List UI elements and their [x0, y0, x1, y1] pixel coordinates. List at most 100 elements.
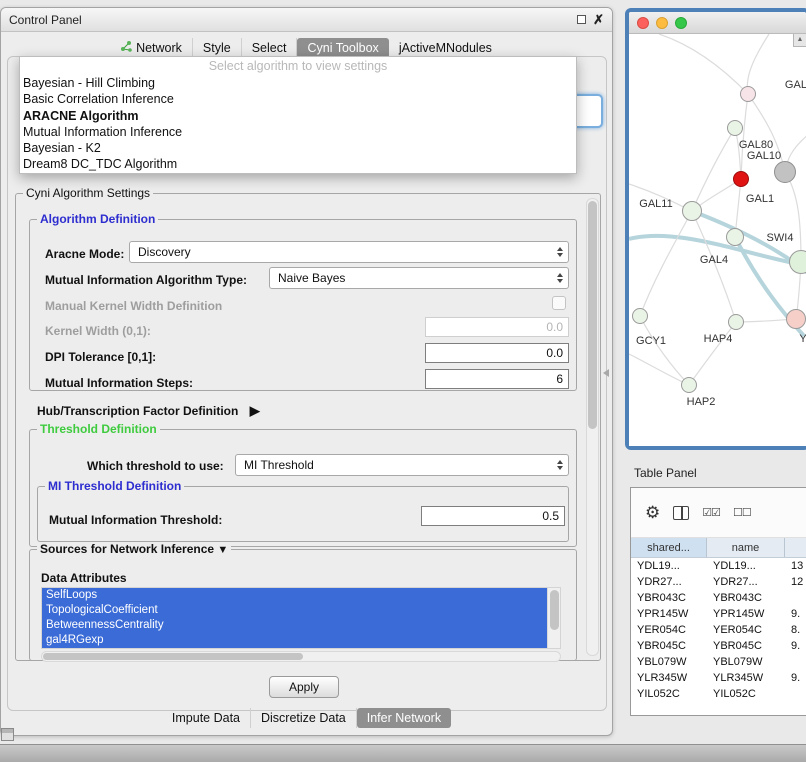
table-row[interactable]: YPR145WYPR145W9.: [631, 606, 806, 622]
close-traffic-light-icon[interactable]: [637, 17, 649, 29]
node-label-gal4: GAL4: [700, 254, 728, 266]
settings-scrollbar[interactable]: [586, 198, 599, 656]
network-node-green-right[interactable]: [789, 250, 806, 274]
attributes-hscrollbar[interactable]: [41, 651, 561, 662]
control-panel-tabs: Network Style Select Cyni Toolbox jActiv…: [1, 38, 612, 58]
manual-kernel-checkbox[interactable]: [552, 296, 566, 310]
combo-arrows-icon: [557, 460, 563, 470]
cell: YBL079W: [707, 656, 785, 668]
tab-impute-data-label: Impute Data: [172, 711, 240, 725]
table-row[interactable]: YBL079WYBL079W: [631, 654, 806, 670]
float-window-icon[interactable]: [577, 15, 586, 24]
close-window-icon[interactable]: ✗: [593, 15, 604, 25]
combo-arrows-icon: [557, 247, 563, 257]
table-row[interactable]: YDR27...YDR27...12: [631, 574, 806, 590]
table-row[interactable]: YBR045CYBR045C9.: [631, 638, 806, 654]
cell: 9.: [785, 640, 806, 652]
tab-network[interactable]: Network: [111, 38, 193, 58]
cell: YIL052C: [707, 688, 785, 700]
table-row[interactable]: YBR043CYBR043C: [631, 590, 806, 606]
cell: 8.: [785, 624, 806, 636]
algorithm-definition-title: Algorithm Definition: [37, 212, 158, 226]
network-node-gal4[interactable]: [726, 228, 744, 246]
tab-cyni-toolbox[interactable]: Cyni Toolbox: [297, 38, 388, 58]
column-header-partial[interactable]: [785, 538, 806, 557]
minimized-panel-icon[interactable]: [1, 728, 14, 741]
network-node-hap4[interactable]: [728, 314, 744, 330]
hub-definition-toggle[interactable]: Hub/Transcription Factor Definition ▶: [37, 403, 260, 419]
aracne-mode-select[interactable]: Discovery: [129, 241, 569, 263]
dropdown-item[interactable]: Dream8 DC_TDC Algorithm: [20, 156, 576, 172]
dropdown-item[interactable]: Bayesian - Hill Climbing: [20, 75, 576, 91]
network-node-gcy1[interactable]: [632, 308, 648, 324]
network-canvas[interactable]: GAL80 GAL10 GAL11 GAL1 SWI4 GAL4 GCY1 HA…: [629, 34, 806, 446]
minimize-traffic-light-icon[interactable]: [656, 17, 668, 29]
data-attributes-list: SelfLoops TopologicalCoefficient Between…: [41, 587, 561, 649]
table-row[interactable]: YER054CYER054C8.: [631, 622, 806, 638]
dropdown-item[interactable]: Bayesian - K2: [20, 140, 576, 156]
tab-select-label: Select: [252, 41, 287, 55]
tab-jactivemodules[interactable]: jActiveMNodules: [389, 38, 502, 58]
network-window-titlebar[interactable]: [629, 12, 806, 34]
network-node-pink-right[interactable]: [786, 309, 806, 329]
window-buttons: ✗: [577, 15, 604, 25]
node-label-swi4: SWI4: [767, 232, 794, 244]
dropdown-item[interactable]: Basic Correlation Inference: [20, 91, 576, 107]
kernel-width-field[interactable]: 0.0: [425, 317, 569, 337]
mi-type-label: Mutual Information Algorithm Type:: [45, 273, 247, 287]
network-tab-icon: [121, 41, 132, 55]
data-attributes-rows: SelfLoops TopologicalCoefficient Between…: [42, 588, 547, 648]
attributes-scrollbar-thumb[interactable]: [550, 590, 559, 630]
table-row[interactable]: YDL19...YDL19...13: [631, 558, 806, 574]
column-header-shared-name[interactable]: shared...: [631, 538, 707, 557]
tab-network-label: Network: [136, 41, 182, 55]
cell: YBR045C: [631, 640, 707, 652]
network-node-hap2[interactable]: [681, 377, 697, 393]
cell: 13: [785, 560, 806, 572]
attribute-item-selected[interactable]: TopologicalCoefficient: [42, 603, 547, 618]
table-row[interactable]: YLR345WYLR345W9.: [631, 670, 806, 686]
node-label-gal1: GAL1: [746, 193, 774, 205]
tab-style[interactable]: Style: [193, 38, 242, 58]
select-all-checkboxes-icon[interactable]: ☑☑: [702, 506, 720, 519]
column-header-name[interactable]: name: [707, 538, 785, 557]
tab-impute-data[interactable]: Impute Data: [162, 708, 251, 728]
node-label-hap2: HAP2: [687, 396, 716, 408]
aracne-mode-value: Discovery: [138, 245, 191, 259]
canvas-scroll-up-icon[interactable]: ▲: [793, 34, 806, 47]
settings-scrollbar-thumb[interactable]: [588, 201, 597, 429]
apply-button[interactable]: Apply: [269, 676, 339, 698]
deselect-all-checkboxes-icon[interactable]: ☐☐: [733, 506, 751, 519]
attribute-item-selected[interactable]: SelfLoops: [42, 588, 547, 603]
attribute-item-selected[interactable]: gal4RGexp: [42, 633, 547, 648]
zoom-traffic-light-icon[interactable]: [675, 17, 687, 29]
network-node-gray[interactable]: [774, 161, 796, 183]
dpi-tolerance-field[interactable]: 0.0: [425, 343, 569, 363]
splitter-collapse-handle[interactable]: [603, 369, 609, 377]
control-panel-titlebar[interactable]: Control Panel ✗: [1, 8, 612, 32]
tab-discretize-data[interactable]: Discretize Data: [251, 708, 357, 728]
network-node-gal10-selected[interactable]: [733, 171, 749, 187]
attribute-item-selected[interactable]: BetweennessCentrality: [42, 618, 547, 633]
attributes-list-scrollbar[interactable]: [547, 588, 560, 648]
mi-threshold-field[interactable]: 0.5: [421, 506, 565, 526]
dropdown-item[interactable]: Mutual Information Inference: [20, 124, 576, 140]
network-node-green-top[interactable]: [727, 120, 743, 136]
mi-type-select[interactable]: Naive Bayes: [269, 267, 569, 289]
network-node-pink-top[interactable]: [740, 86, 756, 102]
attributes-hscrollbar-thumb[interactable]: [43, 653, 303, 660]
mi-steps-field[interactable]: 6: [425, 369, 569, 389]
cell: 9.: [785, 672, 806, 684]
which-threshold-select[interactable]: MI Threshold: [235, 454, 569, 476]
gear-icon[interactable]: ⚙: [645, 503, 660, 523]
tab-select[interactable]: Select: [242, 38, 298, 58]
node-label-gal11: GAL11: [639, 198, 672, 210]
columns-icon[interactable]: [673, 506, 689, 520]
which-threshold-label: Which threshold to use:: [87, 459, 224, 473]
sources-toggle[interactable]: Sources for Network Inference ▼: [37, 542, 231, 556]
aracne-mode-label: Aracne Mode:: [45, 247, 124, 261]
dropdown-item-selected[interactable]: ARACNE Algorithm: [20, 108, 576, 124]
table-row[interactable]: YIL052CYIL052C: [631, 686, 806, 702]
network-node-gal11[interactable]: [682, 201, 702, 221]
tab-infer-network[interactable]: Infer Network: [357, 708, 451, 728]
